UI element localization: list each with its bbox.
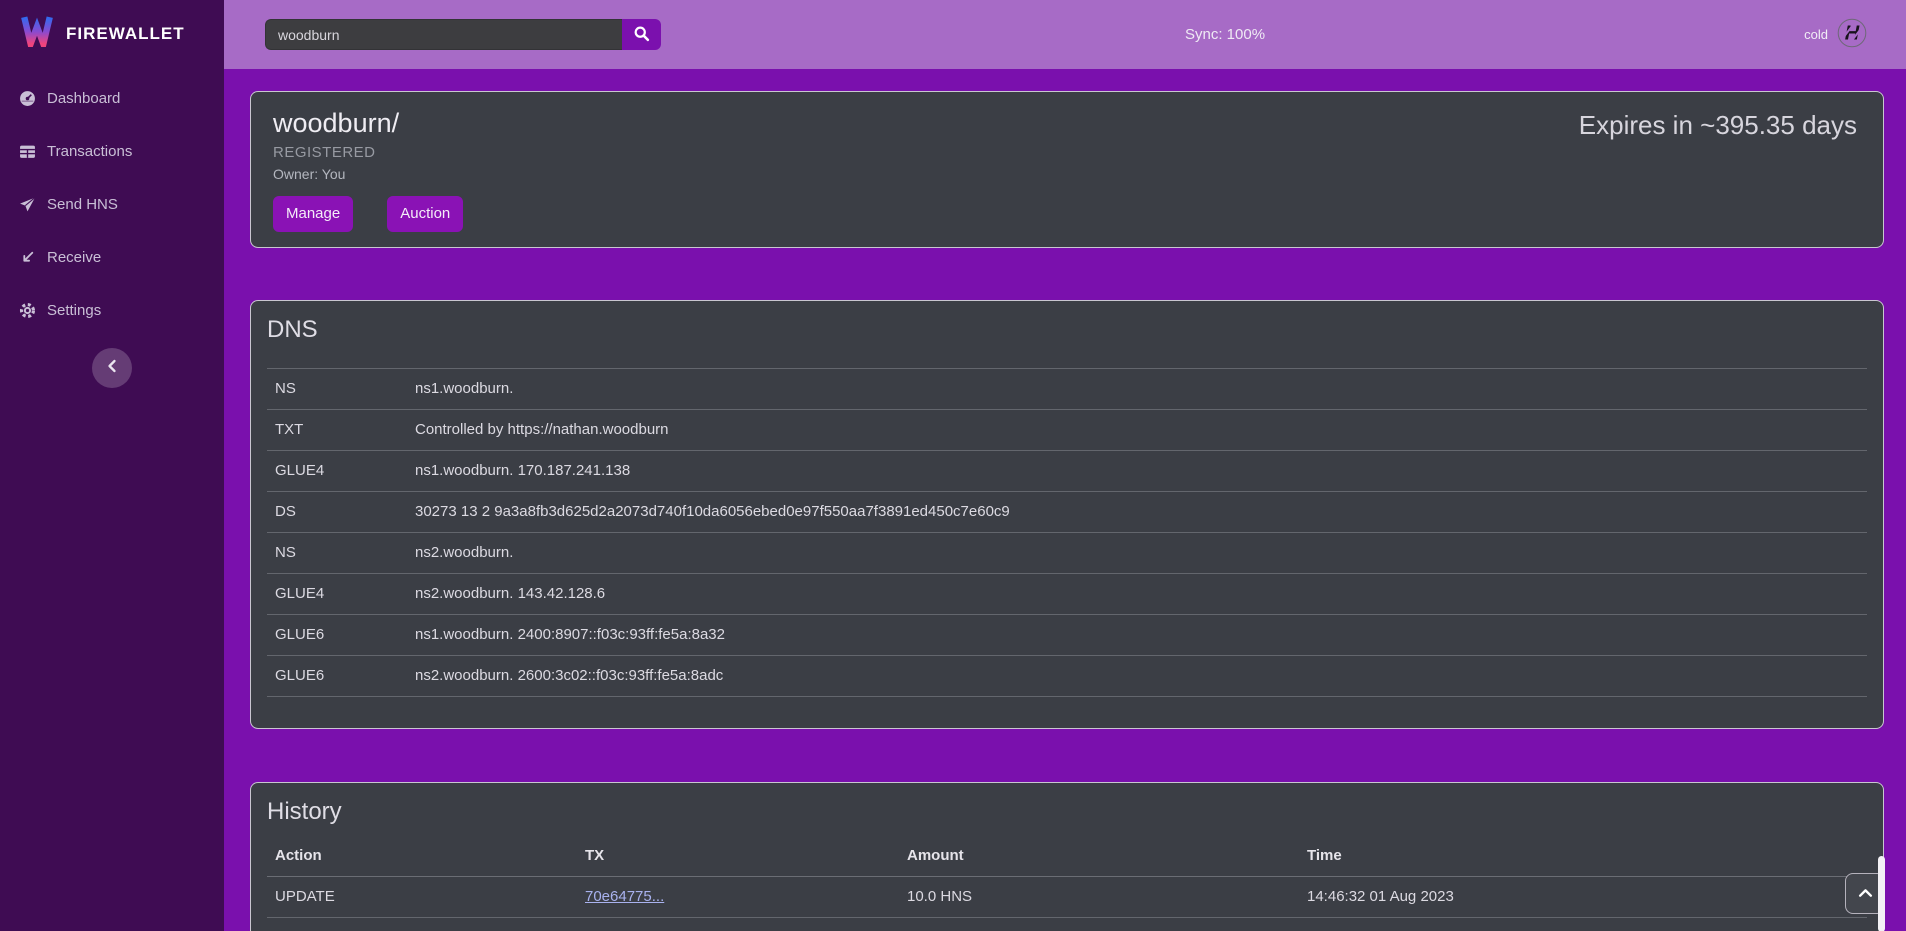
sidebar-item-label: Transactions [47, 143, 132, 160]
dns-record-type: NS [267, 533, 407, 574]
dns-record-row: NS ns1.woodburn. [267, 369, 1867, 410]
sidebar-nav: Dashboard Transactions Send HNS [0, 86, 224, 322]
send-icon [19, 196, 36, 213]
dns-record-type: DS [267, 492, 407, 533]
search-icon [633, 25, 650, 45]
search-input[interactable] [265, 19, 622, 50]
sidebar-item-dashboard[interactable]: Dashboard [0, 86, 224, 110]
wallet-name: cold [1804, 27, 1828, 42]
expires-label: Expires in ~395.35 days [1579, 110, 1857, 141]
dns-record-type: GLUE6 [267, 615, 407, 656]
dns-record-value: ns2.woodburn. 2600:3c02::f03c:93ff:fe5a:… [407, 656, 1867, 697]
dns-table: NS ns1.woodburn. TXT Controlled by https… [267, 368, 1867, 697]
sidebar-item-label: Settings [47, 302, 101, 319]
chevron-left-icon [105, 358, 119, 379]
dns-record-type: GLUE6 [267, 656, 407, 697]
dns-record-row: GLUE4 ns2.woodburn. 143.42.128.6 [267, 574, 1867, 615]
history-card: History Action TX Amount Time UPDATE 70e… [250, 782, 1884, 931]
hns-logo-icon: H [1837, 18, 1867, 51]
sync-status: Sync: 100% [1185, 0, 1265, 69]
topbar: Sync: 100% cold H [224, 0, 1906, 69]
dns-record-type: NS [267, 369, 407, 410]
history-amount: 10.0 HNS [899, 877, 1299, 918]
sidebar-item-settings[interactable]: Settings [0, 298, 224, 322]
transactions-icon [19, 143, 36, 160]
history-col-tx: TX [577, 836, 899, 877]
main-content: woodburn/ REGISTERED Owner: You Manage A… [224, 69, 1906, 931]
receive-icon [19, 249, 36, 266]
dns-record-value: ns1.woodburn. 2400:8907::f03c:93ff:fe5a:… [407, 615, 1867, 656]
domain-owner: Owner: You [273, 166, 1861, 183]
dns-record-value: ns1.woodburn. 170.187.241.138 [407, 451, 1867, 492]
dns-record-row: TXT Controlled by https://nathan.woodbur… [267, 410, 1867, 451]
dns-record-value: ns2.woodburn. 143.42.128.6 [407, 574, 1867, 615]
brand-name: FIREWALLET [66, 24, 185, 44]
history-action: RENEW [267, 918, 577, 931]
dns-record-row: DS 30273 13 2 9a3a8fb3d625d2a2073d740f10… [267, 492, 1867, 533]
search-bar [265, 19, 661, 50]
firewallet-logo-icon [20, 15, 54, 52]
dashboard-icon [19, 90, 36, 107]
history-col-amount: Amount [899, 836, 1299, 877]
dns-record-type: TXT [267, 410, 407, 451]
history-amount: 10.0 HNS [899, 918, 1299, 931]
history-time: 14:46:32 01 Aug 2023 [1299, 877, 1867, 918]
dns-record-value: Controlled by https://nathan.woodburn [407, 410, 1867, 451]
dns-record-row: GLUE6 ns2.woodburn. 2600:3c02::f03c:93ff… [267, 656, 1867, 697]
dns-record-row: NS ns2.woodburn. [267, 533, 1867, 574]
dns-record-value: 30273 13 2 9a3a8fb3d625d2a2073d740f10da6… [407, 492, 1867, 533]
history-title: History [267, 797, 1867, 827]
dns-record-type: GLUE4 [267, 451, 407, 492]
brand-logo: FIREWALLET [0, 0, 224, 66]
sidebar-item-send-hns[interactable]: Send HNS [0, 192, 224, 216]
domain-card: woodburn/ REGISTERED Owner: You Manage A… [250, 91, 1884, 248]
dns-record-row: GLUE4 ns1.woodburn. 170.187.241.138 [267, 451, 1867, 492]
dns-record-row: GLUE6 ns1.woodburn. 2400:8907::f03c:93ff… [267, 615, 1867, 656]
search-button[interactable] [622, 19, 661, 50]
manage-button[interactable]: Manage [273, 196, 353, 232]
history-col-time: Time [1299, 836, 1867, 877]
dns-record-type: GLUE4 [267, 574, 407, 615]
history-row: UPDATE 70e64775... 10.0 HNS 14:46:32 01 … [267, 877, 1867, 918]
history-row: RENEW 8d3f21bc... 10.0 HNS 15:45:06 07 J… [267, 918, 1867, 931]
scrollbar-thumb[interactable] [1878, 856, 1885, 931]
sidebar-collapse-button[interactable] [92, 348, 132, 388]
history-action: UPDATE [267, 877, 577, 918]
dns-card: DNS NS ns1.woodburn. TXT Controlled by h… [250, 300, 1884, 729]
dns-record-value: ns2.woodburn. [407, 533, 1867, 574]
tx-link[interactable]: 70e64775... [585, 888, 664, 905]
settings-gear-icon [19, 302, 36, 319]
history-header-row: Action TX Amount Time [267, 836, 1867, 877]
sidebar-item-receive[interactable]: Receive [0, 245, 224, 269]
sidebar-item-label: Dashboard [47, 90, 120, 107]
history-time: 15:45:06 07 Jul 2023 [1299, 918, 1867, 931]
sidebar: FIREWALLET Dashboard [0, 0, 224, 931]
history-col-action: Action [267, 836, 577, 877]
wallet-indicator[interactable]: cold H [1804, 0, 1867, 69]
sidebar-item-label: Send HNS [47, 196, 118, 213]
auction-button[interactable]: Auction [387, 196, 463, 232]
dns-record-value: ns1.woodburn. [407, 369, 1867, 410]
sidebar-item-label: Receive [47, 249, 101, 266]
sidebar-item-transactions[interactable]: Transactions [0, 139, 224, 163]
dns-title: DNS [267, 315, 1867, 345]
history-table: Action TX Amount Time UPDATE 70e64775...… [267, 836, 1867, 931]
domain-status: REGISTERED [273, 144, 1861, 162]
chevron-up-icon [1858, 885, 1873, 903]
